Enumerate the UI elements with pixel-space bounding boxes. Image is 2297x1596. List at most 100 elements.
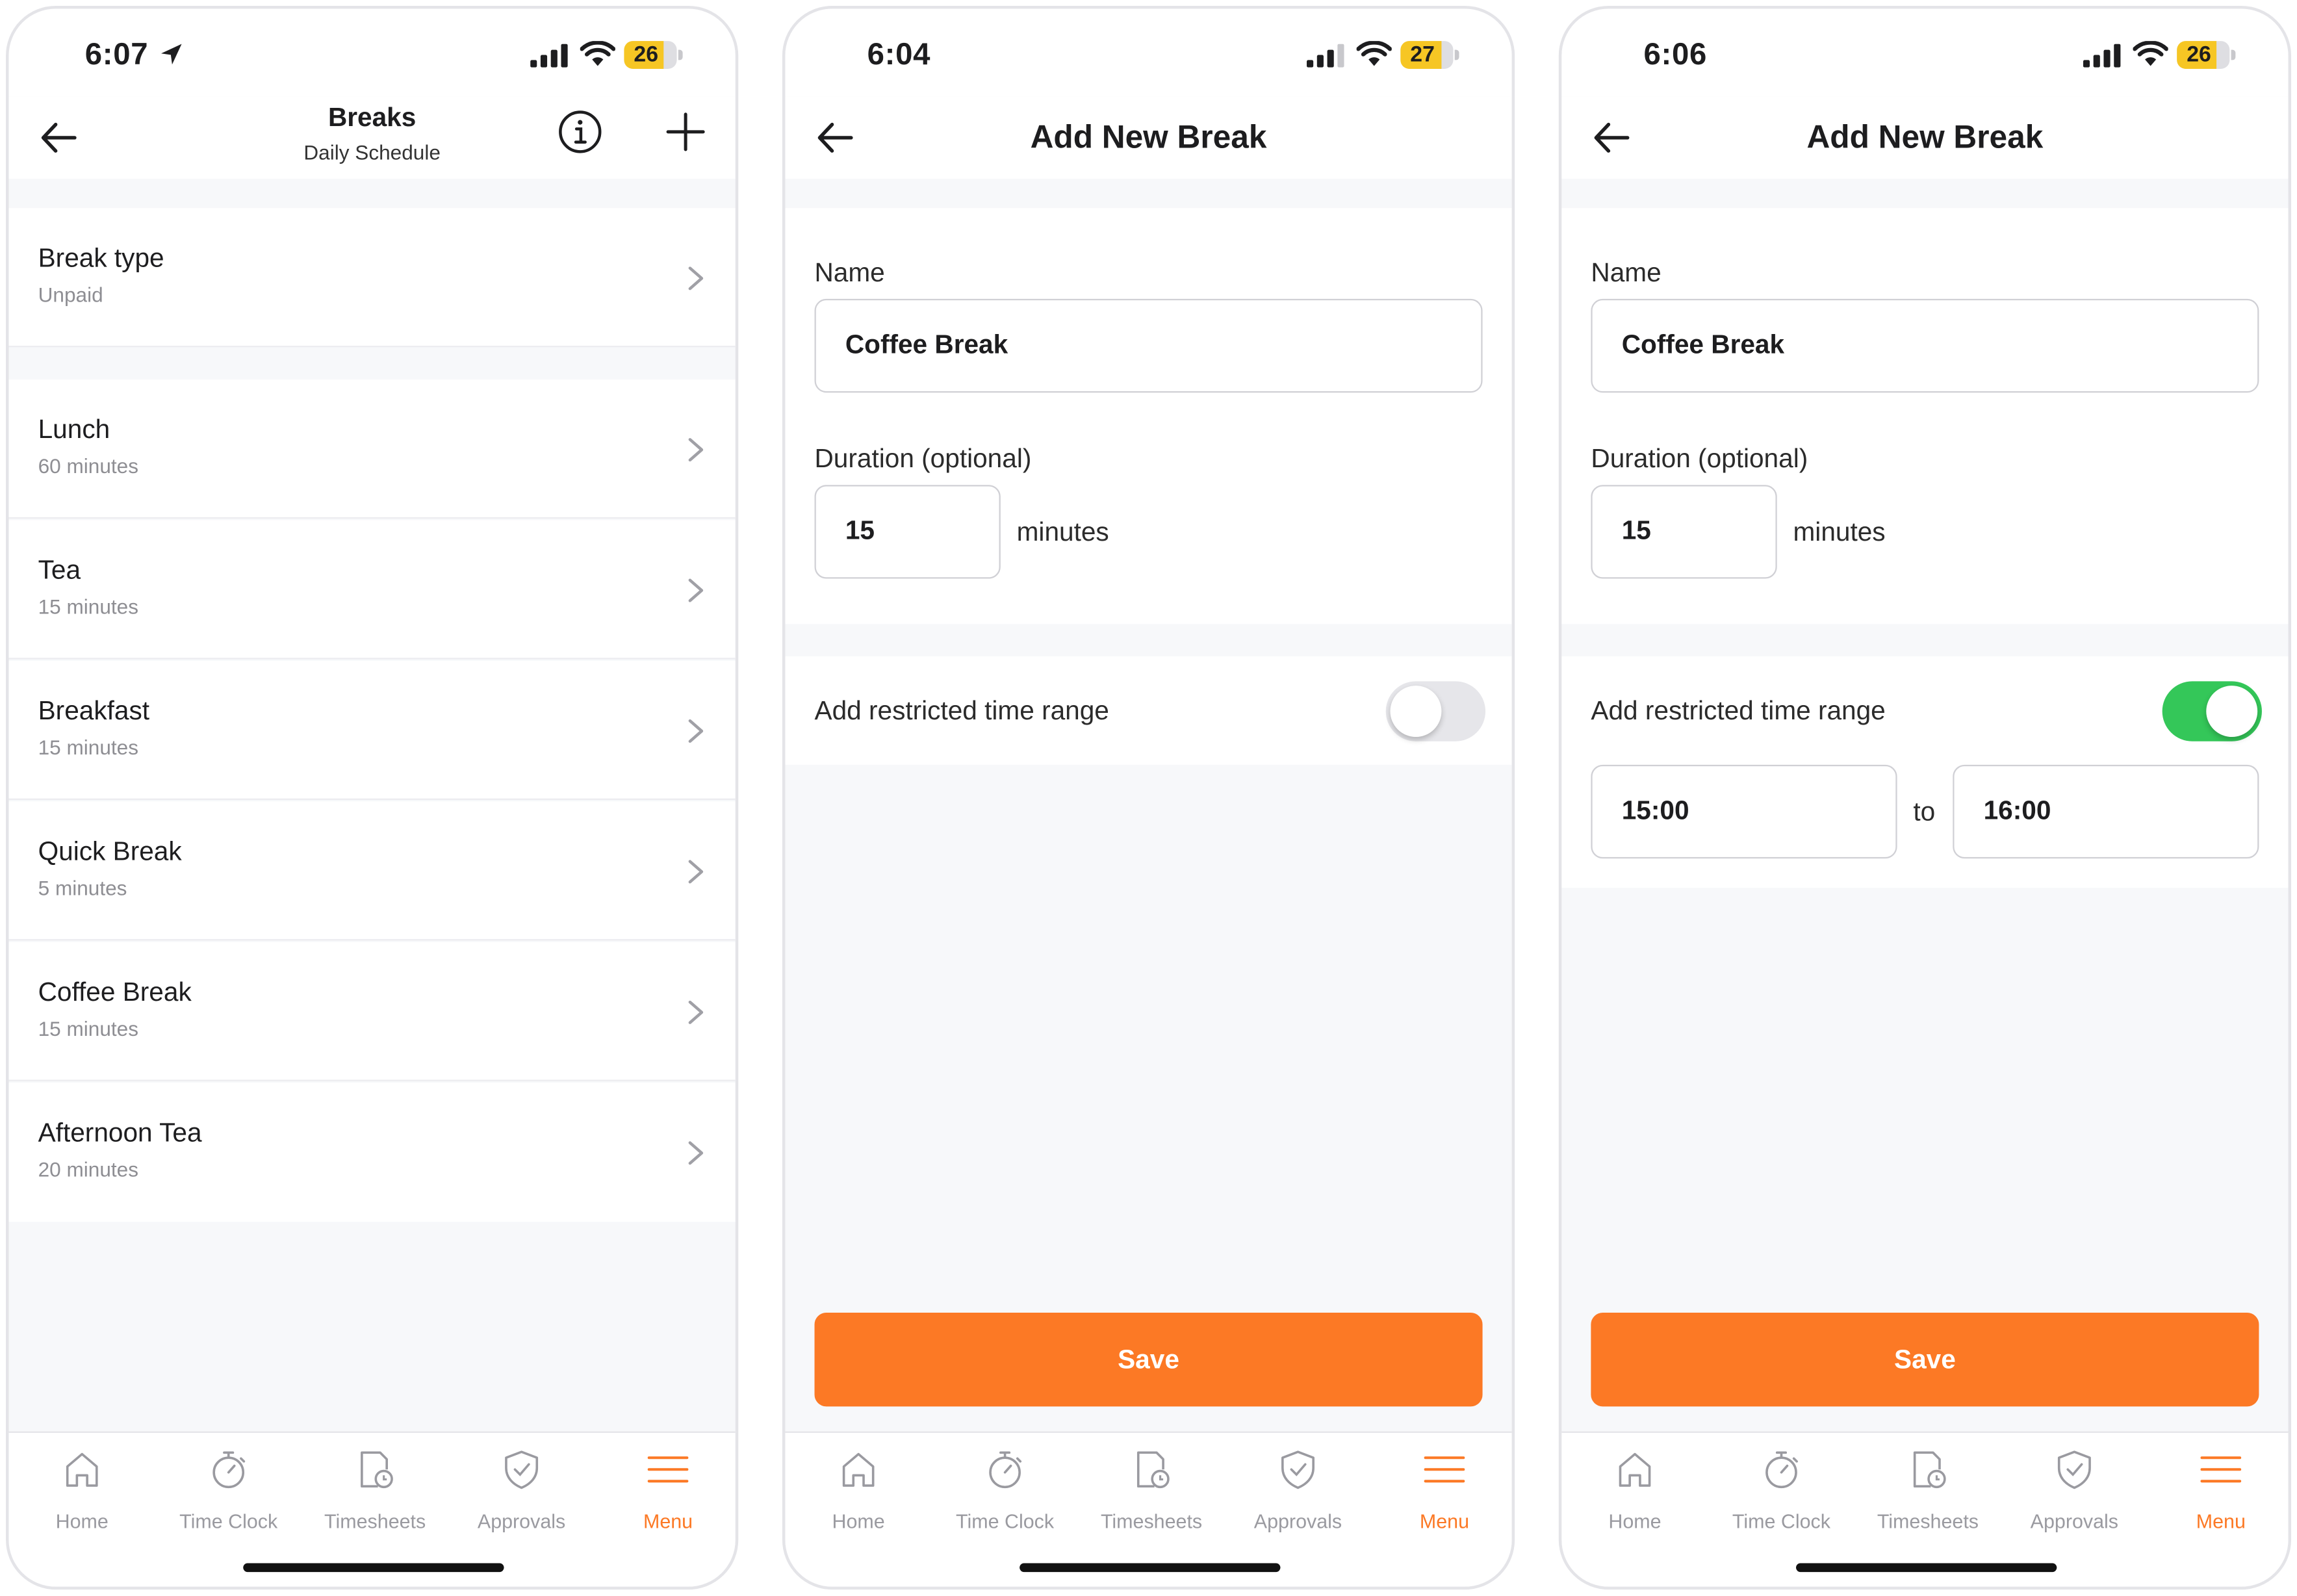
location-arrow-icon — [160, 44, 182, 65]
timesheet-icon — [361, 1451, 393, 1489]
list-item[interactable]: Tea 15 minutes — [8, 520, 736, 660]
chevron-right-icon — [688, 1000, 704, 1024]
restrict-toggle[interactable] — [1385, 681, 1486, 741]
timesheet-icon — [1913, 1451, 1946, 1489]
menu-icon — [2200, 1456, 2242, 1483]
phone-screen-breaks: 6:07 26 Breaks Daily Schedule Break type… — [6, 6, 739, 1590]
timesheet-icon — [1136, 1451, 1170, 1489]
page-title: Breaks — [327, 102, 417, 132]
break-type-row[interactable]: Break type Unpaid — [8, 208, 736, 348]
tab-label: Menu — [1419, 1510, 1470, 1533]
end-time-input[interactable]: 16:00 — [1953, 764, 2259, 859]
home-indicator[interactable] — [1020, 1563, 1281, 1573]
tab-label: Menu — [643, 1510, 693, 1533]
page-title: Add New Break — [1806, 118, 2044, 155]
tab-label: Home — [1608, 1510, 1662, 1533]
tab-label: Timesheets — [324, 1510, 426, 1533]
status-bar: 6:07 26 — [8, 8, 736, 97]
tab-label: Timesheets — [1100, 1510, 1203, 1533]
chevron-right-icon — [688, 438, 704, 462]
home-icon — [1619, 1452, 1651, 1487]
toggle-knob — [2206, 686, 2258, 738]
nav-title-group: Breaks Daily Schedule — [9, 103, 736, 164]
chevron-right-icon — [688, 860, 704, 884]
add-icon[interactable] — [662, 109, 709, 155]
tab-time-clock[interactable]: Time Clock — [155, 1447, 302, 1532]
tab-label: Home — [832, 1510, 885, 1533]
list-item[interactable]: Breakfast 15 minutes — [8, 660, 736, 800]
name-input[interactable]: Coffee Break — [814, 298, 1483, 393]
page-title: Add New Break — [1030, 118, 1267, 155]
tab-menu[interactable]: Menu — [2148, 1447, 2288, 1532]
chevron-right-icon — [688, 578, 704, 602]
tab-timesheets[interactable]: Timesheets — [1854, 1447, 2001, 1532]
shield-check-icon — [2057, 1450, 2091, 1489]
duration-input[interactable]: 15 — [814, 485, 1001, 579]
phone-screen-add-break-restricted: 6:06 26 Add New Break Name Coffee Break … — [1558, 6, 2292, 1590]
tab-bar: Home Time Clock Timesheets Approvals Men… — [785, 1431, 1512, 1587]
status-time: 6:04 — [867, 38, 931, 72]
status-time: 6:06 — [1643, 38, 1708, 72]
home-icon — [66, 1452, 98, 1487]
tab-home[interactable]: Home — [785, 1447, 931, 1532]
list-item[interactable]: Quick Break 5 minutes — [8, 801, 736, 941]
chevron-right-icon — [688, 719, 704, 743]
stopwatch-icon — [989, 1451, 1022, 1489]
home-icon — [842, 1452, 875, 1487]
tab-approvals[interactable]: Approvals — [448, 1447, 595, 1532]
tab-label: Approvals — [2030, 1510, 2119, 1533]
tab-home[interactable]: Home — [9, 1447, 155, 1532]
break-duration: 15 minutes — [38, 735, 139, 759]
wifi-icon — [2133, 41, 2168, 66]
phone-screen-add-break: 6:04 27 Add New Break Name Coffee Break … — [782, 6, 1515, 1590]
cellular-signal-icon — [530, 44, 568, 68]
save-button[interactable]: Save — [1591, 1313, 2259, 1407]
list-item[interactable]: Lunch 60 minutes — [8, 379, 736, 519]
wifi-icon — [1356, 41, 1392, 66]
tab-approvals[interactable]: Approvals — [1225, 1447, 1371, 1532]
break-duration: 5 minutes — [38, 876, 127, 900]
page-subtitle: Daily Schedule — [303, 140, 441, 164]
tab-time-clock[interactable]: Time Clock — [932, 1447, 1078, 1532]
name-input[interactable]: Coffee Break — [1591, 298, 2259, 393]
tab-home[interactable]: Home — [1561, 1447, 1708, 1532]
stopwatch-icon — [212, 1451, 246, 1489]
tab-timesheets[interactable]: Timesheets — [1078, 1447, 1224, 1532]
battery-indicator: 27 — [1400, 41, 1459, 69]
tab-label: Time Clock — [956, 1510, 1055, 1533]
duration-unit: minutes — [1793, 517, 1886, 547]
tab-approvals[interactable]: Approvals — [2001, 1447, 2148, 1532]
name-label: Name — [1591, 257, 1662, 287]
list-item[interactable]: Coffee Break 15 minutes — [8, 942, 736, 1081]
start-time-input[interactable]: 15:00 — [1591, 764, 1897, 859]
duration-input[interactable]: 15 — [1591, 485, 1777, 579]
break-duration: 20 minutes — [38, 1157, 139, 1181]
tab-menu[interactable]: Menu — [595, 1447, 735, 1533]
battery-level: 26 — [634, 42, 659, 68]
tab-timesheets[interactable]: Timesheets — [302, 1447, 448, 1532]
list-item[interactable]: Afternoon Tea 20 minutes — [8, 1083, 736, 1222]
break-name: Afternoon Tea — [38, 1118, 202, 1148]
break-duration: 15 minutes — [38, 595, 139, 619]
restrict-toggle[interactable] — [2162, 681, 2262, 741]
home-indicator[interactable] — [1796, 1563, 2057, 1573]
chevron-right-icon — [688, 266, 704, 290]
break-type-label: Break type — [38, 243, 164, 273]
tab-label: Timesheets — [1877, 1510, 1979, 1533]
name-label: Name — [814, 257, 885, 287]
menu-icon — [1424, 1456, 1465, 1483]
home-indicator[interactable] — [243, 1563, 504, 1573]
tab-bar: Home Time Clock Timesheets Approvals Men… — [8, 1431, 736, 1587]
tab-menu[interactable]: Menu — [1371, 1447, 1511, 1533]
info-icon[interactable] — [557, 109, 604, 155]
save-button[interactable]: Save — [814, 1313, 1483, 1407]
menu-icon — [647, 1456, 689, 1483]
break-name: Tea — [38, 555, 81, 585]
status-bar: 6:06 26 — [1561, 8, 2289, 97]
battery-level: 27 — [1410, 42, 1435, 68]
restrict-label: Add restricted time range — [814, 695, 1109, 725]
tab-time-clock[interactable]: Time Clock — [1708, 1447, 1854, 1532]
duration-label: Duration (optional) — [1591, 444, 1808, 474]
restrict-section: Add restricted time range 15:00 to 16:00 — [1561, 656, 2289, 888]
wifi-icon — [580, 41, 615, 66]
